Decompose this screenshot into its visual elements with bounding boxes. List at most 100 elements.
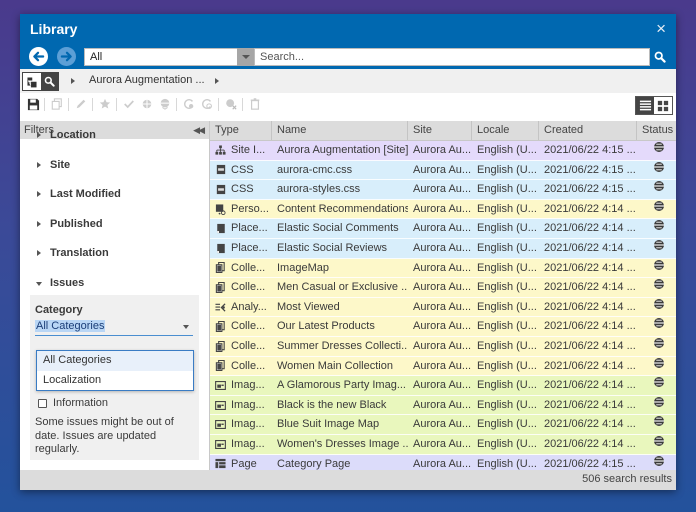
cell-name: aurora-styles.css — [277, 183, 361, 196]
table-row[interactable]: Place... Elastic Social Comments Aurora Au… — [210, 219, 676, 239]
type-label: Colle... — [231, 359, 266, 372]
thumbnail-view-button[interactable] — [654, 97, 672, 114]
publish-button[interactable] — [140, 97, 154, 111]
edit-button[interactable] — [74, 97, 88, 111]
image-map-icon — [215, 439, 226, 450]
filter-section-site[interactable]: Site — [20, 151, 209, 181]
unpublish-button[interactable] — [224, 97, 238, 111]
list-view-button[interactable] — [636, 97, 654, 114]
cell-name: Women's Dresses Image ... — [277, 437, 408, 450]
table-row[interactable]: Imag... Blue Suit Image Map Aurora Au... En… — [210, 415, 676, 435]
image-map-icon — [215, 380, 226, 391]
filter-section-last-modified[interactable]: Last Modified — [20, 180, 209, 210]
table-row[interactable]: Colle... Summer Dresses Collecti... Aurora… — [210, 336, 676, 357]
table-row[interactable]: Site I... Aurora Augmentation [Site] Auror… — [210, 141, 676, 161]
table-row[interactable]: Page Category Page Aurora Au... English (U.… — [210, 454, 676, 470]
table-row[interactable]: Perso... Content Recommendations Aurora Au… — [210, 199, 676, 220]
title-bar: Library × — [20, 14, 676, 44]
withdraw-button[interactable] — [158, 97, 172, 111]
column-header-created[interactable]: Created — [539, 121, 637, 140]
cell-locale: English (U... — [477, 418, 537, 431]
table-row[interactable]: Imag... A Glamorous Party Imag... Aurora A… — [210, 376, 676, 396]
check-in-button[interactable] — [182, 97, 196, 111]
cell-status — [637, 200, 675, 219]
published-status-icon — [653, 298, 665, 317]
filter-section-issues[interactable]: Issues — [20, 269, 209, 299]
expand-arrow-icon — [37, 132, 41, 138]
column-header-type[interactable]: Type — [210, 121, 272, 140]
search-input[interactable] — [254, 48, 650, 66]
approve-button[interactable] — [122, 97, 136, 111]
table-row[interactable]: Place... Elastic Social Reviews Aurora Au.… — [210, 238, 676, 259]
revert-button[interactable] — [200, 97, 214, 111]
window-title: Library — [30, 21, 78, 37]
breadcrumb-item[interactable]: Aurora Augmentation ... — [89, 74, 205, 86]
filter-section-label: Last Modified — [50, 188, 121, 200]
cell-type: Imag... — [210, 396, 272, 415]
cell-type: Perso... — [210, 200, 272, 219]
checkbox-box[interactable] — [38, 398, 47, 408]
category-select[interactable]: All Categories — [35, 320, 106, 332]
expand-arrow-icon — [37, 220, 41, 227]
breadcrumb-next-arrow[interactable] — [215, 78, 219, 84]
filters-panel: Filters ◀◀ Location Site Last Modified P… — [20, 121, 210, 470]
filter-section-translation[interactable]: Translation — [20, 239, 209, 269]
toolbar-divider — [92, 97, 93, 111]
close-icon[interactable]: × — [656, 19, 666, 39]
column-header-site[interactable]: Site — [408, 121, 472, 140]
column-header-locale[interactable]: Locale — [472, 121, 539, 140]
cell-site: Aurora Au... — [413, 144, 472, 156]
table-row[interactable]: Colle... ImageMap Aurora Au... English (U..… — [210, 258, 676, 279]
filter-section-published[interactable]: Published — [20, 210, 209, 240]
cell-status — [637, 337, 675, 356]
search-button[interactable] — [652, 48, 668, 66]
tree-view-button[interactable] — [23, 73, 41, 90]
cell-locale: English (U... — [477, 281, 537, 294]
information-checkbox[interactable]: Information — [38, 397, 108, 409]
table-row[interactable]: CSS aurora-styles.css Aurora Au... English … — [210, 180, 676, 200]
cell-created: 2021/06/22 4:14 ... — [544, 222, 636, 235]
cell-created: 2021/06/22 4:14 ... — [544, 320, 636, 333]
category-dropdown-list: All Categories Localization — [36, 350, 194, 391]
breadcrumb-root-arrow[interactable] — [71, 78, 75, 84]
published-status-icon — [653, 278, 665, 297]
cell-name: Black is the new Black — [277, 398, 387, 411]
forward-button[interactable] — [57, 47, 76, 66]
cell-type: Colle... — [210, 278, 272, 297]
search-scope-select[interactable]: All — [84, 48, 254, 66]
table-row[interactable]: Imag... Women's Dresses Image ... Aurora A… — [210, 434, 676, 455]
analytics-icon — [215, 302, 226, 313]
chevron-down-icon[interactable] — [183, 325, 189, 329]
table-row[interactable]: CSS aurora-cmc.css Aurora Au... English (U.… — [210, 160, 676, 181]
filter-section-label: Published — [50, 217, 103, 230]
publish-globe-icon — [142, 99, 152, 109]
type-label: Place... — [231, 222, 268, 235]
dropdown-option-all-categories[interactable]: All Categories — [37, 351, 193, 371]
column-header-status[interactable]: Status — [637, 121, 675, 140]
cell-status — [637, 161, 675, 180]
copy-button[interactable] — [50, 97, 64, 111]
cell-created: 2021/06/22 4:14 ... — [544, 281, 636, 294]
bookmark-button[interactable] — [98, 97, 112, 111]
save-button[interactable] — [26, 97, 40, 111]
search-view-button[interactable] — [40, 73, 58, 90]
cell-locale: English (U... — [477, 457, 537, 470]
published-status-icon — [653, 435, 665, 454]
cell-created: 2021/06/22 4:14 ... — [544, 241, 636, 254]
table-row[interactable]: Imag... Black is the new Black Aurora Au..… — [210, 395, 676, 416]
back-button[interactable] — [29, 47, 48, 66]
cell-created: 2021/06/22 4:14 ... — [544, 379, 636, 392]
scope-dropdown-arrow[interactable] — [237, 48, 254, 66]
star-icon — [99, 98, 111, 109]
table-row[interactable]: Colle... Our Latest Products Aurora Au... E… — [210, 317, 676, 337]
filter-section-location[interactable]: Location — [20, 121, 209, 151]
published-status-icon — [653, 259, 665, 278]
table-row[interactable]: Colle... Men Casual or Exclusive ... Auror… — [210, 278, 676, 298]
table-row[interactable]: Analy... Most Viewed Aurora Au... English (… — [210, 297, 676, 318]
type-label: Colle... — [231, 281, 266, 294]
cell-status — [637, 259, 675, 278]
delete-button[interactable] — [248, 97, 262, 111]
column-header-name[interactable]: Name — [272, 121, 408, 140]
table-row[interactable]: Colle... Women Main Collection Aurora Au..… — [210, 356, 676, 377]
dropdown-option-localization[interactable]: Localization — [37, 371, 193, 391]
